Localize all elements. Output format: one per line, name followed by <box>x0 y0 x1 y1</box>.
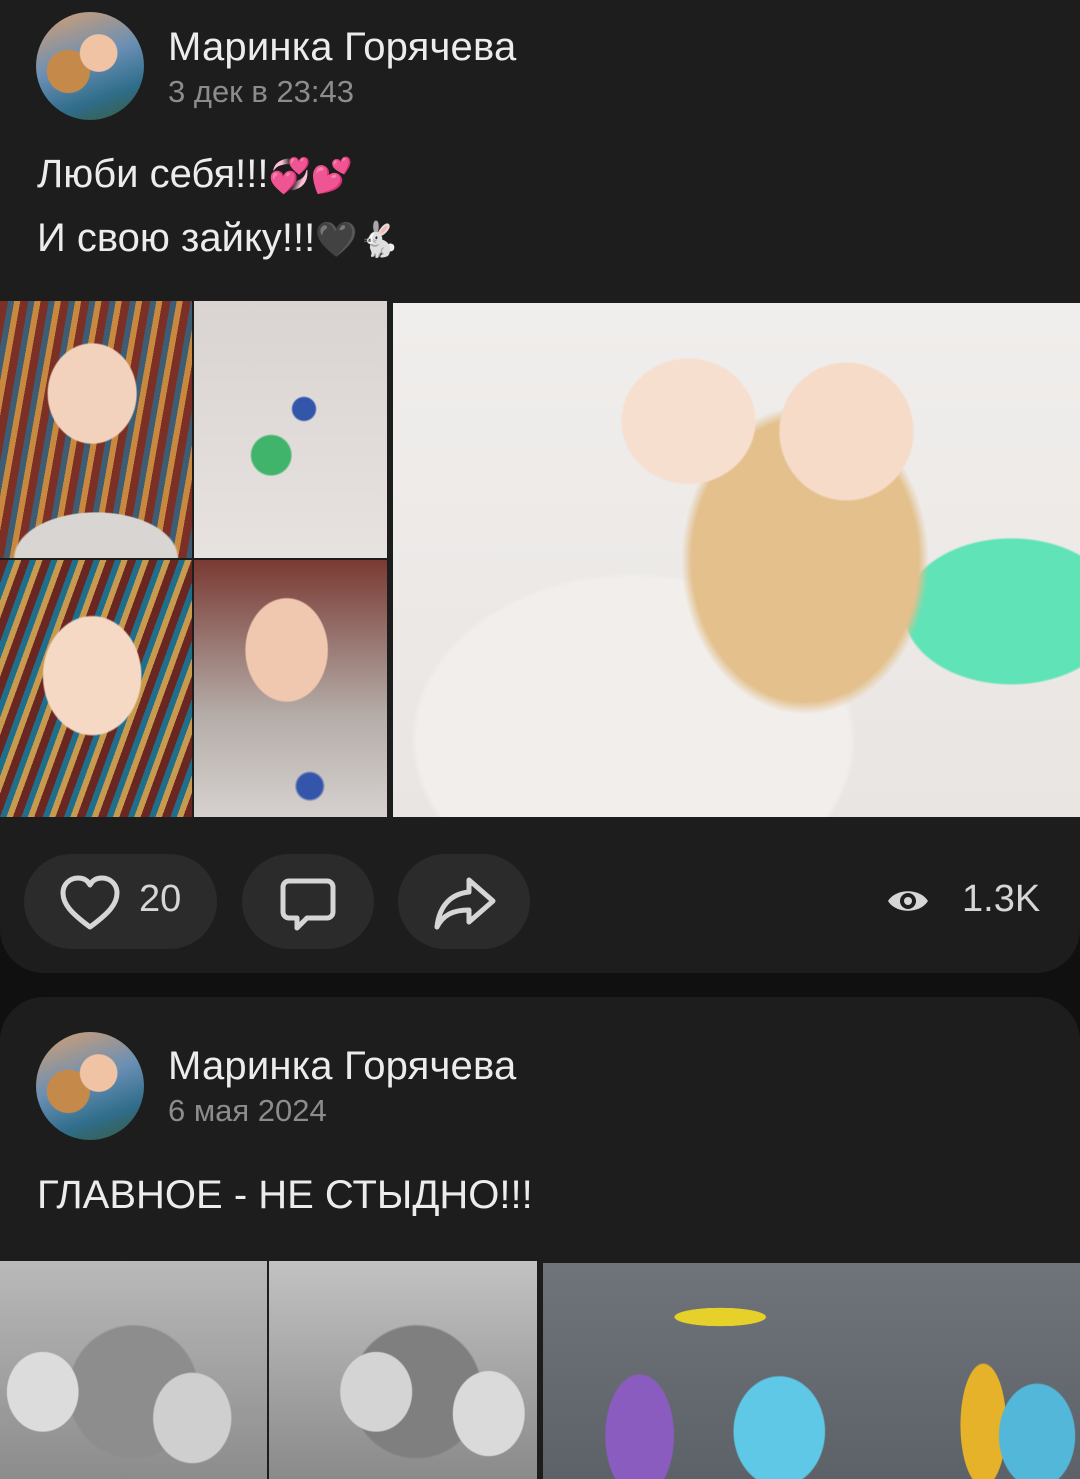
hearts-emoji: 💞💕 <box>268 157 354 195</box>
post-photo-collage[interactable] <box>0 301 387 817</box>
share-icon <box>434 877 496 930</box>
views-count: 1.3K <box>962 878 1041 920</box>
post-date[interactable]: 3 дек в 23:43 <box>168 74 354 110</box>
post-card: Маринка Горячева 3 дек в 23:43 Люби себя… <box>0 0 1080 973</box>
author-avatar[interactable] <box>36 12 144 120</box>
post-date[interactable]: 6 мая 2024 <box>168 1093 327 1129</box>
author-avatar[interactable] <box>36 1032 144 1140</box>
likes-count: 20 <box>139 878 182 920</box>
post-photo-selfie[interactable] <box>393 303 1080 817</box>
black-heart-rabbit-emoji: 🖤🐇 <box>315 221 400 259</box>
post-text: ГЛАВНОЕ - НЕ СТЫДНО!!! <box>37 1173 533 1217</box>
post-text: Люби себя!!!💞💕 И свою зайку!!!🖤🐇 <box>37 143 400 271</box>
post-card: Маринка Горячева 6 мая 2024 ГЛАВНОЕ - НЕ… <box>0 997 1080 1479</box>
comment-icon <box>280 878 336 931</box>
post-text-line: И свою зайку!!! <box>37 216 316 260</box>
post-text-line: Люби себя!!! <box>37 152 269 196</box>
eye-icon <box>888 891 928 911</box>
post-photo-mural[interactable] <box>543 1263 1080 1479</box>
heart-icon <box>60 875 120 930</box>
post-photo-bw-collage[interactable] <box>0 1261 537 1479</box>
author-name[interactable]: Маринка Горячева <box>168 25 516 70</box>
author-name[interactable]: Маринка Горячева <box>168 1044 516 1089</box>
